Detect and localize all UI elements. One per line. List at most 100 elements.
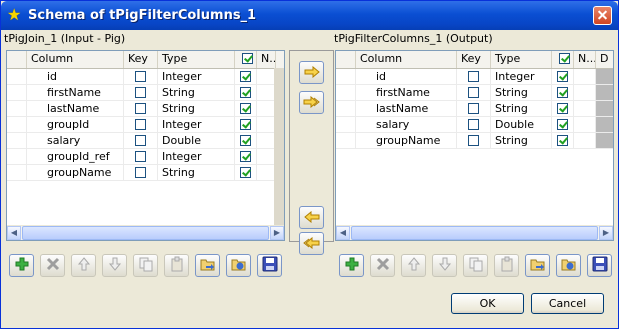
- type-cell[interactable]: Integer: [158, 117, 235, 133]
- table-row[interactable]: groupId Integer: [7, 117, 276, 133]
- column-header[interactable]: Column: [27, 51, 124, 68]
- type-header[interactable]: Type: [491, 51, 552, 68]
- column-name-cell[interactable]: salary: [27, 133, 124, 149]
- key-checkbox[interactable]: [135, 119, 146, 130]
- key-checkbox[interactable]: [468, 71, 479, 82]
- nullable-checkbox[interactable]: [240, 71, 251, 82]
- export-button[interactable]: [226, 254, 251, 277]
- column-name-cell[interactable]: firstName: [356, 85, 457, 101]
- type-cell[interactable]: String: [158, 85, 235, 101]
- select-all-header[interactable]: [552, 51, 574, 68]
- type-cell[interactable]: Integer: [158, 149, 235, 165]
- nullable-header[interactable]: N...: [257, 51, 276, 68]
- paste-button[interactable]: [164, 254, 189, 277]
- type-cell[interactable]: String: [158, 101, 235, 117]
- scroll-left-button[interactable]: ◀: [336, 226, 350, 240]
- nullable-cell[interactable]: [235, 165, 257, 181]
- key-cell[interactable]: [124, 117, 158, 133]
- nullable-cell[interactable]: [552, 117, 574, 133]
- column-name-cell[interactable]: lastName: [356, 101, 457, 117]
- input-vertical-scrollbar[interactable]: [274, 68, 284, 226]
- copy-button[interactable]: [133, 254, 158, 277]
- key-checkbox[interactable]: [468, 103, 479, 114]
- export-button[interactable]: [556, 254, 581, 277]
- copy-selected-right-button[interactable]: [299, 61, 324, 84]
- nullable-checkbox[interactable]: [240, 135, 251, 146]
- table-row[interactable]: firstName String: [336, 85, 613, 101]
- key-cell[interactable]: [457, 117, 491, 133]
- nullable-cell[interactable]: [235, 69, 257, 85]
- type-cell[interactable]: Integer: [491, 69, 552, 85]
- default-cell[interactable]: [596, 133, 613, 149]
- scroll-right-button[interactable]: ▶: [599, 226, 613, 240]
- nullable-checkbox[interactable]: [240, 87, 251, 98]
- scroll-thumb[interactable]: [22, 226, 269, 240]
- nullable-checkbox[interactable]: [240, 167, 251, 178]
- table-row[interactable]: lastName String: [336, 101, 613, 117]
- nullable-checkbox[interactable]: [557, 135, 568, 146]
- scroll-left-button[interactable]: ◀: [7, 226, 21, 240]
- move-down-button[interactable]: [432, 254, 457, 277]
- key-checkbox[interactable]: [468, 119, 479, 130]
- nullable-checkbox[interactable]: [240, 151, 251, 162]
- key-cell[interactable]: [124, 101, 158, 117]
- key-cell[interactable]: [124, 149, 158, 165]
- type-cell[interactable]: String: [158, 165, 235, 181]
- remove-button[interactable]: [40, 254, 65, 277]
- nullable-checkbox[interactable]: [240, 119, 251, 130]
- nullable-cell[interactable]: [235, 101, 257, 117]
- move-up-button[interactable]: [401, 254, 426, 277]
- add-button[interactable]: [9, 254, 34, 277]
- close-button[interactable]: [593, 6, 612, 25]
- key-checkbox[interactable]: [135, 71, 146, 82]
- copy-all-right-button[interactable]: [299, 91, 324, 114]
- key-header[interactable]: Key: [124, 51, 158, 68]
- key-checkbox[interactable]: [468, 87, 479, 98]
- ok-button[interactable]: OK: [451, 293, 524, 314]
- key-checkbox[interactable]: [135, 135, 146, 146]
- output-horizontal-scrollbar[interactable]: ◀ ▶: [336, 225, 613, 240]
- table-row[interactable]: id Integer: [336, 69, 613, 85]
- save-button[interactable]: [587, 254, 612, 277]
- nullable-cell[interactable]: [235, 149, 257, 165]
- default-cell[interactable]: [596, 69, 613, 85]
- key-checkbox[interactable]: [135, 103, 146, 114]
- column-name-cell[interactable]: id: [27, 69, 124, 85]
- cancel-button[interactable]: Cancel: [531, 293, 604, 314]
- type-cell[interactable]: String: [491, 101, 552, 117]
- select-all-checkbox[interactable]: [559, 53, 570, 64]
- table-row[interactable]: salary Double: [336, 117, 613, 133]
- nullable-checkbox[interactable]: [557, 71, 568, 82]
- nullable-checkbox[interactable]: [557, 119, 568, 130]
- nullable-cell[interactable]: [552, 69, 574, 85]
- column-header[interactable]: Column: [356, 51, 457, 68]
- add-button[interactable]: [339, 254, 364, 277]
- key-cell[interactable]: [457, 69, 491, 85]
- title-bar[interactable]: ★ Schema of tPigFilterColumns_1: [1, 1, 618, 30]
- default-cell[interactable]: [596, 117, 613, 133]
- select-all-checkbox[interactable]: [242, 53, 253, 64]
- import-button[interactable]: [525, 254, 550, 277]
- input-horizontal-scrollbar[interactable]: ◀ ▶: [7, 225, 284, 240]
- nullable-header[interactable]: N...: [574, 51, 596, 68]
- key-cell[interactable]: [124, 165, 158, 181]
- type-cell[interactable]: Integer: [158, 69, 235, 85]
- nullable-cell[interactable]: [552, 133, 574, 149]
- column-name-cell[interactable]: groupName: [356, 133, 457, 149]
- default-header[interactable]: D: [596, 51, 613, 68]
- table-row[interactable]: firstName String: [7, 85, 276, 101]
- save-button[interactable]: [257, 254, 282, 277]
- table-row[interactable]: lastName String: [7, 101, 276, 117]
- key-cell[interactable]: [124, 133, 158, 149]
- import-button[interactable]: [195, 254, 220, 277]
- move-down-button[interactable]: [102, 254, 127, 277]
- nullable-checkbox[interactable]: [240, 103, 251, 114]
- table-row[interactable]: salary Double: [7, 133, 276, 149]
- table-row[interactable]: id Integer: [7, 69, 276, 85]
- column-name-cell[interactable]: groupId_ref: [27, 149, 124, 165]
- key-cell[interactable]: [124, 85, 158, 101]
- nullable-cell[interactable]: [235, 117, 257, 133]
- column-name-cell[interactable]: firstName: [27, 85, 124, 101]
- key-checkbox[interactable]: [468, 135, 479, 146]
- type-cell[interactable]: String: [491, 133, 552, 149]
